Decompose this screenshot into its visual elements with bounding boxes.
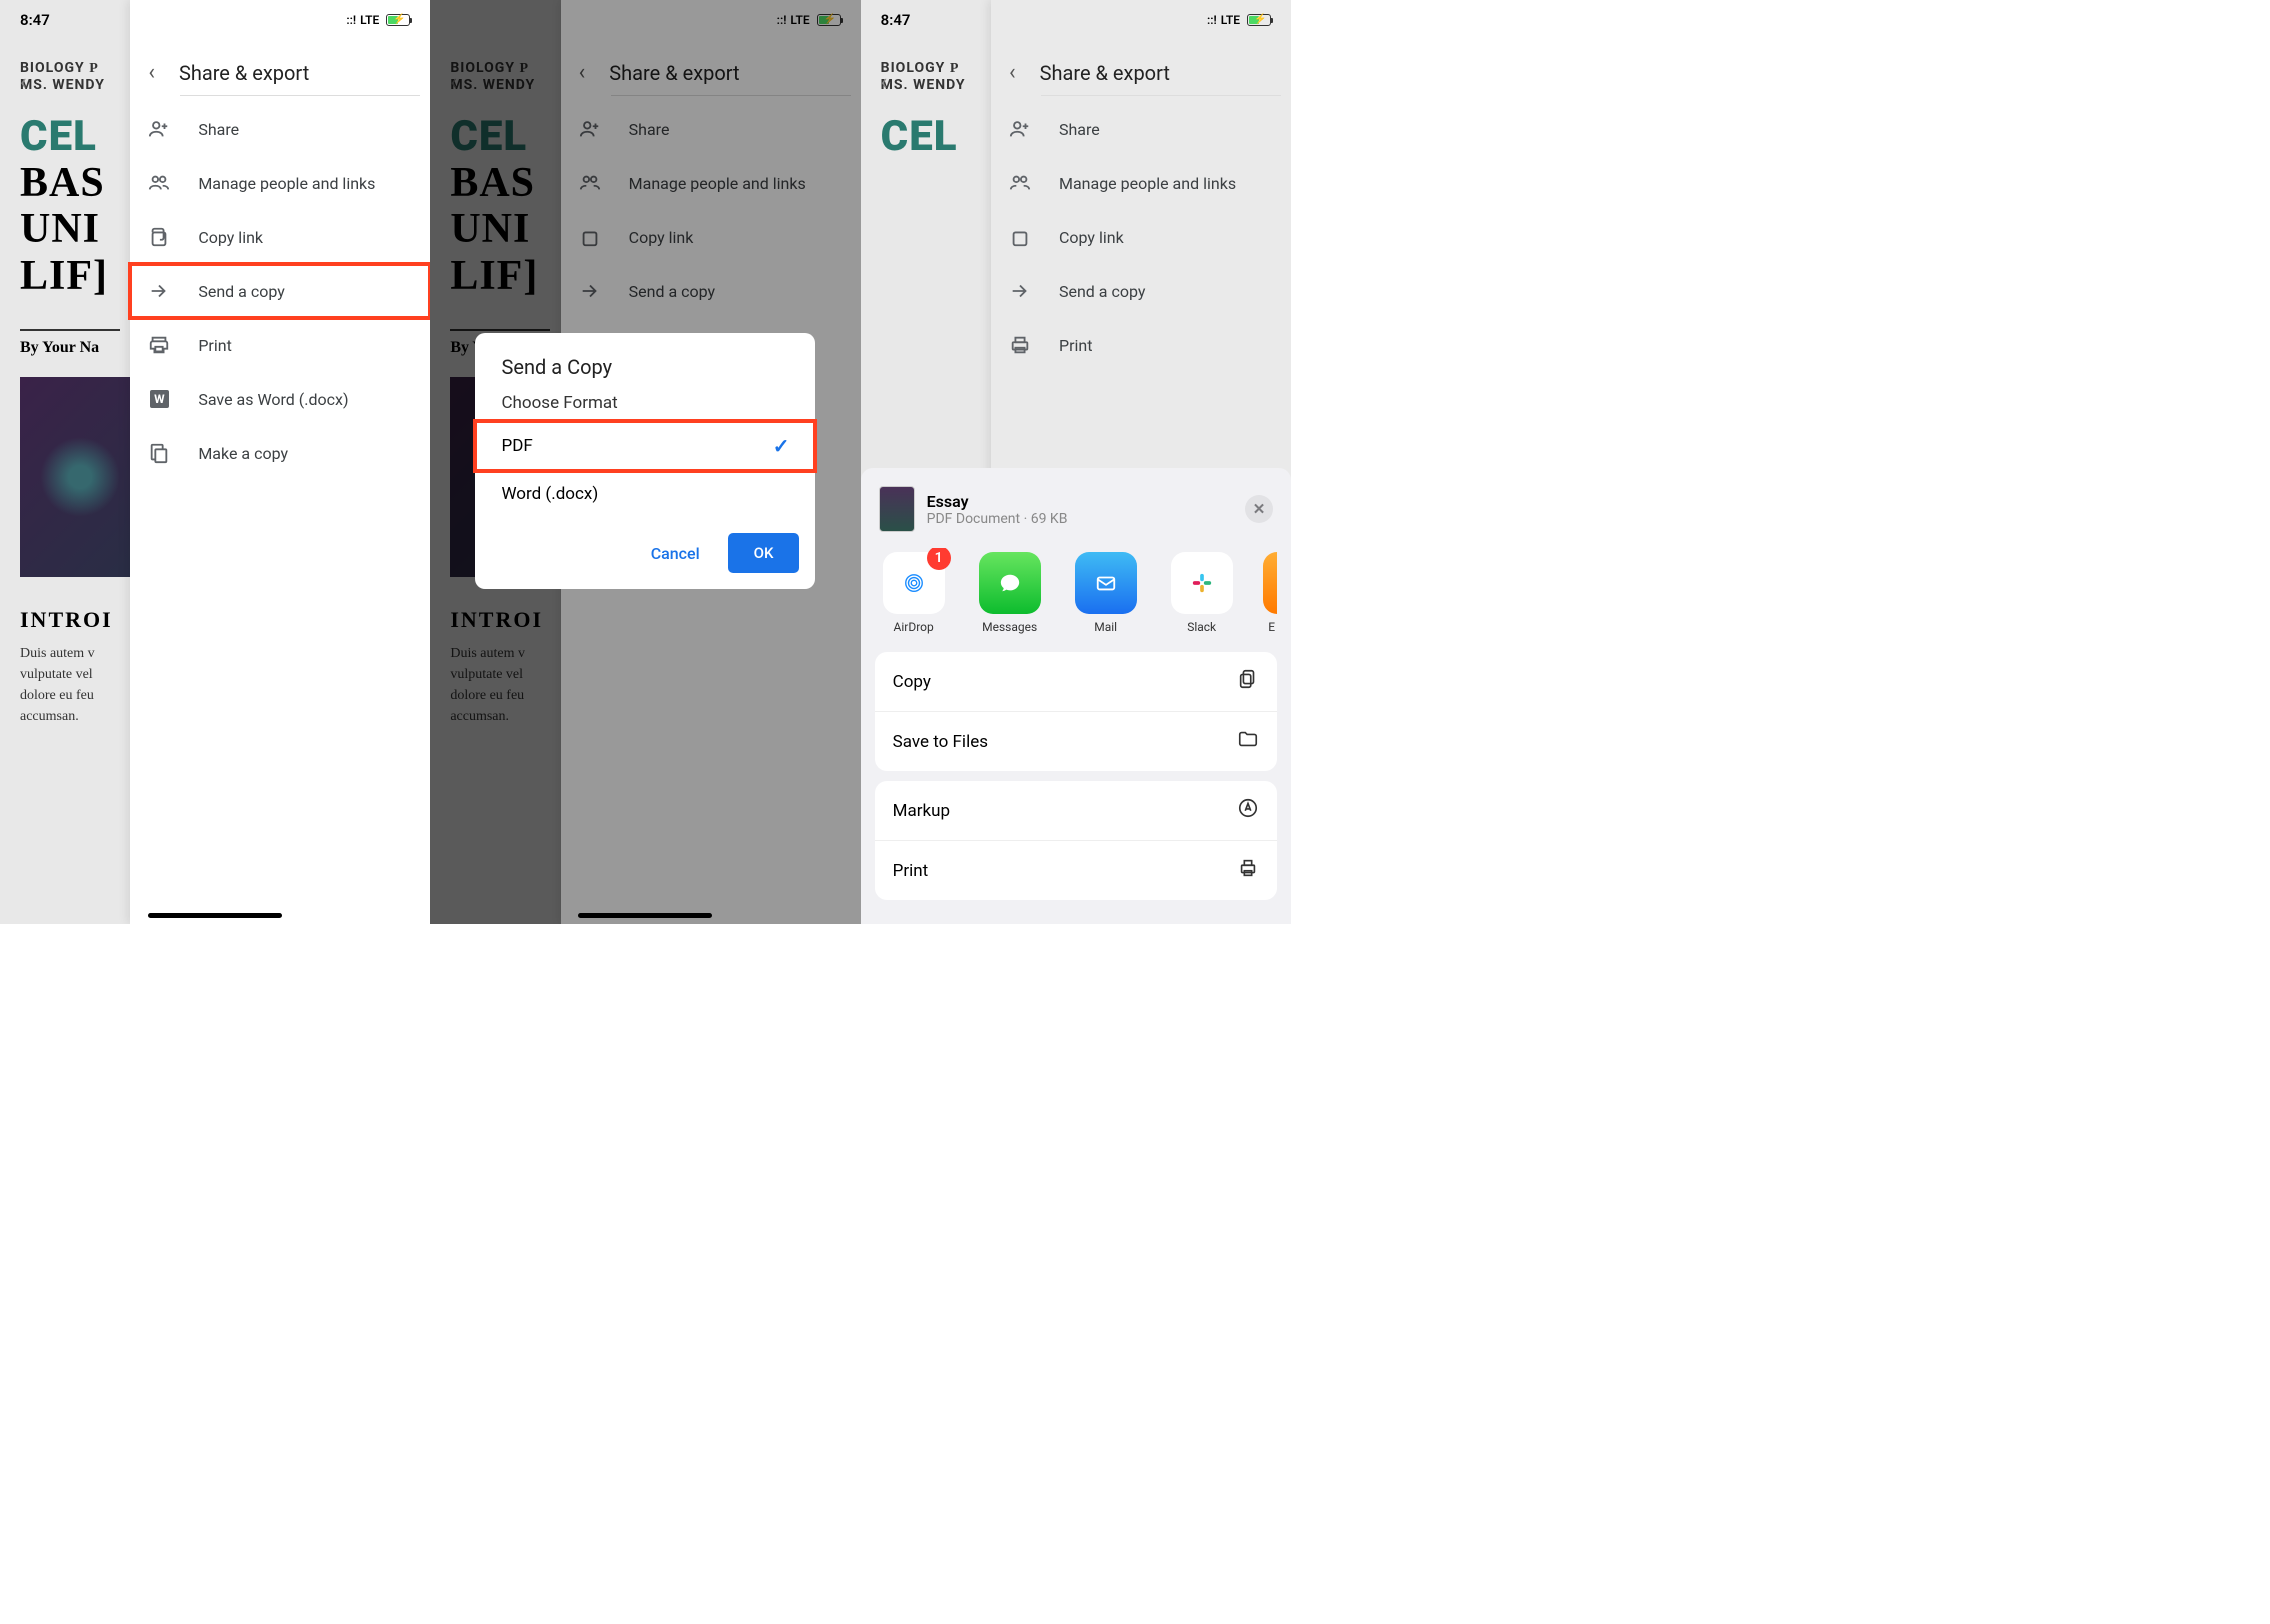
ios-share-sheet: Essay PDF Document · 69 KB ✕ 1 AirDrop M… <box>861 468 1291 924</box>
check-icon: ✓ <box>773 434 790 458</box>
file-meta: PDF Document · 69 KB <box>927 511 1233 527</box>
mail-icon <box>1075 552 1137 614</box>
send-copy-dialog: Send a Copy Choose Format PDF ✓ Word (.d… <box>475 333 815 589</box>
app-airdrop[interactable]: 1 AirDrop <box>879 552 949 634</box>
phone-2: ‹ BIOLOGY P MS. WENDY CELBASUNILIF] By Y… <box>430 0 860 924</box>
person-add-icon <box>148 118 170 140</box>
dialog-title: Send a Copy <box>475 333 815 389</box>
close-button[interactable]: ✕ <box>1245 495 1273 523</box>
action-print[interactable]: Print <box>875 841 1277 900</box>
action-save-files[interactable]: Save to Files <box>875 712 1277 771</box>
app-slack[interactable]: Slack <box>1167 552 1237 634</box>
menu-send-copy[interactable]: Send a copy <box>130 264 430 318</box>
status-time: 8:47 <box>20 11 50 29</box>
copy-pages-icon <box>1237 668 1259 695</box>
action-copy[interactable]: Copy <box>875 652 1277 712</box>
menu-copy-link[interactable]: Copy link <box>130 210 430 264</box>
file-name: Essay <box>927 492 1233 511</box>
home-indicator[interactable] <box>578 913 712 918</box>
dialog-subtitle: Choose Format <box>475 389 815 421</box>
menu-save-word[interactable]: W Save as Word (.docx) <box>130 372 430 426</box>
badge: 1 <box>927 548 951 570</box>
app-messages[interactable]: Messages <box>975 552 1045 634</box>
cancel-button[interactable]: Cancel <box>641 536 710 571</box>
panel-back-icon[interactable]: ‹ <box>148 60 155 85</box>
airdrop-icon: 1 <box>883 552 945 614</box>
option-pdf[interactable]: PDF ✓ <box>475 421 815 471</box>
print-action-icon <box>1237 857 1259 884</box>
link-icon <box>148 226 170 248</box>
phone-3: 8:47 ‹ BIOLOGY P MS. WENDY CEL ::! LTE ⚡… <box>861 0 1291 924</box>
ok-button[interactable]: OK <box>728 533 800 573</box>
messages-icon <box>979 552 1041 614</box>
battery-icon: ⚡ <box>386 14 410 26</box>
app-more[interactable]: E <box>1263 552 1277 634</box>
app-mail[interactable]: Mail <box>1071 552 1141 634</box>
phone-1: 8:47 ‹ BIOLOGY P MS. WENDY CELBASUNILIF]… <box>0 0 430 924</box>
back-chevron-icon[interactable]: ‹ <box>20 70 27 95</box>
share-apps-row[interactable]: 1 AirDrop Messages Mail Slack <box>875 548 1277 652</box>
network-label: LTE <box>360 13 379 27</box>
menu-manage-people[interactable]: Manage people and links <box>130 156 430 210</box>
home-indicator[interactable] <box>148 913 282 918</box>
copy-icon <box>148 442 170 464</box>
markup-icon <box>1237 797 1259 824</box>
option-word[interactable]: Word (.docx) <box>475 471 815 517</box>
word-icon: W <box>148 388 170 410</box>
print-icon <box>148 334 170 356</box>
file-thumbnail <box>879 486 915 532</box>
menu-share[interactable]: Share <box>130 102 430 156</box>
folder-icon <box>1237 728 1259 755</box>
signal-icon: ::! <box>346 13 356 27</box>
menu-make-copy[interactable]: Make a copy <box>130 426 430 480</box>
slack-icon <box>1171 552 1233 614</box>
panel-title: Share & export <box>179 61 309 85</box>
share-export-panel: ::! LTE ⚡ ‹ Share & export Share Manage … <box>130 0 430 924</box>
people-icon <box>148 172 170 194</box>
menu-print[interactable]: Print <box>130 318 430 372</box>
action-markup[interactable]: Markup <box>875 781 1277 841</box>
send-icon <box>148 280 170 302</box>
